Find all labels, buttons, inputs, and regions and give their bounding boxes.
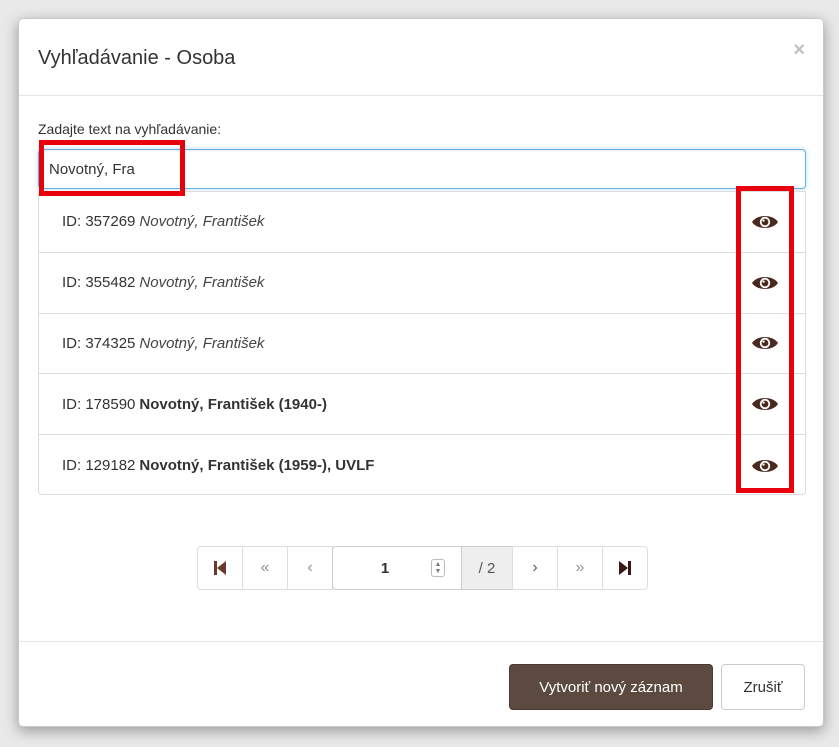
page-total: / 2 (461, 546, 513, 590)
dialog-title: Vyhľadávanie - Osoba (38, 47, 236, 69)
dialog-footer: Vytvoriť nový záznam Zrušiť (19, 641, 823, 726)
next-block-button[interactable]: » (557, 546, 603, 590)
pagination: « ‹ 1 ▲ ▼ / 2 › » (197, 546, 648, 590)
create-new-record-button[interactable]: Vytvoriť nový záznam (509, 664, 713, 710)
result-name: Novotný, František (1940-) (139, 395, 327, 413)
last-page-icon (619, 561, 631, 575)
eye-icon[interactable] (751, 395, 779, 413)
search-input[interactable] (38, 149, 806, 189)
result-row[interactable]: ID: 129182 Novotný, František (1959-), UV… (39, 435, 805, 496)
result-id: ID: 129182 (62, 457, 136, 475)
close-button[interactable]: × (793, 39, 805, 62)
result-name: Novotný, František (1959-), UVLF (139, 457, 375, 475)
result-name: Novotný, František (139, 274, 265, 292)
result-id: ID: 374325 (62, 334, 136, 352)
results-list: ID: 357269 Novotný, František ID: 355482 No… (38, 191, 806, 495)
eye-icon[interactable] (751, 457, 779, 475)
result-name: Novotný, František (139, 334, 265, 352)
last-page-button[interactable] (602, 546, 648, 590)
prev-page-button[interactable]: ‹ (287, 546, 333, 590)
prev-block-button[interactable]: « (242, 546, 288, 590)
result-row[interactable]: ID: 357269 Novotný, František (39, 192, 805, 253)
search-dialog: Vyhľadávanie - Osoba × Zadajte text na v… (18, 18, 824, 727)
result-row[interactable]: ID: 178590 Novotný, František (1940-) (39, 374, 805, 436)
page-number-input[interactable]: 1 ▲ ▼ (332, 546, 462, 590)
dialog-header: Vyhľadávanie - Osoba × (19, 19, 823, 96)
first-page-button[interactable] (197, 546, 243, 590)
result-id: ID: 178590 (62, 395, 136, 413)
cancel-button[interactable]: Zrušiť (721, 664, 805, 710)
page-spinner-icon[interactable]: ▲ ▼ (431, 559, 445, 577)
search-label: Zadajte text na vyhľadávanie: (38, 121, 222, 137)
next-page-button[interactable]: › (512, 546, 558, 590)
eye-icon[interactable] (751, 274, 779, 292)
first-page-icon (214, 561, 226, 575)
result-name: Novotný, František (139, 213, 265, 231)
result-id: ID: 355482 (62, 274, 136, 292)
result-row[interactable]: ID: 355482 Novotný, František (39, 253, 805, 314)
eye-icon[interactable] (751, 213, 779, 231)
result-row[interactable]: ID: 374325 Novotný, František (39, 314, 805, 375)
result-id: ID: 357269 (62, 213, 136, 231)
current-page-value: 1 (380, 559, 390, 577)
eye-icon[interactable] (751, 334, 779, 352)
